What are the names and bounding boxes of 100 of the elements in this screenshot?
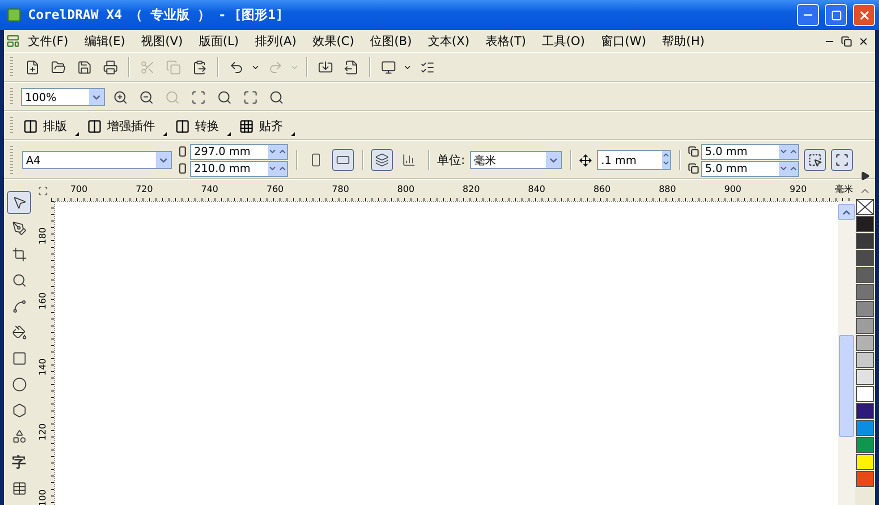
table-icon: [12, 481, 26, 496]
draw-bounding-button[interactable]: [831, 149, 854, 171]
toolbar-button[interactable]: 排版: [19, 114, 81, 138]
redo-icon: [268, 60, 282, 74]
color-swatch[interactable]: [856, 369, 874, 385]
tool-button[interactable]: [7, 191, 31, 214]
zoom-level-dropdown[interactable]: 100%: [21, 88, 105, 106]
color-swatch[interactable]: [856, 437, 874, 453]
toolbar-icon: [23, 118, 38, 134]
import-icon: [318, 60, 332, 74]
close-icon: [858, 8, 870, 22]
landscape-button[interactable]: [332, 149, 354, 171]
toolbar-button[interactable]: 增强插件: [83, 114, 169, 138]
spin-down-icon[interactable]: [662, 159, 670, 167]
scroll-up-button[interactable]: [838, 204, 855, 220]
ruler-label: 800: [397, 185, 414, 195]
color-swatch[interactable]: [856, 250, 874, 266]
menu-item[interactable]: 工具(O): [534, 32, 593, 50]
vertical-scrollbar[interactable]: [838, 201, 855, 505]
ruler-label: 840: [528, 185, 546, 195]
color-swatch[interactable]: [856, 301, 874, 317]
tool-button[interactable]: 字: [7, 451, 31, 474]
shapes-icon: [12, 429, 26, 444]
minimize-button[interactable]: [797, 4, 819, 26]
folder-icon: [50, 60, 66, 74]
dropdown-button[interactable]: [546, 152, 562, 168]
toolbar-icon: [175, 118, 190, 134]
toolbar-button[interactable]: 转换: [171, 114, 233, 138]
units-label: 单位:: [437, 152, 466, 168]
width-icon: [177, 146, 188, 157]
menu-item[interactable]: 视图(V): [133, 32, 191, 50]
ruler-label: 700: [70, 185, 88, 195]
dropdown-button[interactable]: [156, 152, 171, 168]
treat-as-filled-button[interactable]: [804, 149, 826, 171]
grid-icon: [239, 118, 254, 134]
color-swatch[interactable]: [856, 267, 874, 283]
menu-item[interactable]: 表格(T): [477, 32, 534, 50]
zoom-selected-icon: [164, 90, 180, 104]
paper-size-dropdown[interactable]: A4: [22, 151, 172, 169]
ruler-unit: 毫米: [835, 183, 853, 196]
duplicate-x-field[interactable]: 5.0 mm: [701, 144, 800, 160]
color-swatch[interactable]: [856, 471, 874, 487]
curve-icon: [12, 299, 26, 314]
units-dropdown[interactable]: 毫米: [470, 151, 562, 169]
color-swatch[interactable]: [856, 454, 874, 470]
menu-item[interactable]: 位图(B): [362, 32, 420, 50]
hexagon-icon: [12, 403, 26, 418]
ruler-label: 880: [658, 185, 676, 195]
monitor-icon: [380, 60, 396, 74]
color-swatch[interactable]: [856, 216, 874, 232]
no-color-swatch[interactable]: [856, 199, 874, 215]
maximize-button[interactable]: [825, 4, 847, 26]
color-swatch[interactable]: [856, 335, 874, 351]
zoom-height-icon: [268, 90, 284, 104]
ruler-label: 920: [790, 185, 807, 195]
menu-item[interactable]: 文件(F): [20, 32, 76, 50]
pen-node-icon: [12, 221, 26, 236]
dropdown-button[interactable]: [89, 89, 104, 105]
color-swatch[interactable]: [856, 420, 874, 436]
menu-item[interactable]: 窗口(W): [592, 32, 654, 50]
color-swatch[interactable]: [856, 352, 874, 368]
zoom-page-icon: [216, 90, 232, 104]
menu-item[interactable]: 帮助(H): [654, 32, 713, 50]
color-swatch[interactable]: [856, 403, 874, 419]
toolbar-button[interactable]: 贴齐: [235, 114, 297, 138]
close-icon[interactable]: [858, 36, 869, 46]
stacked-pages-icon: [375, 153, 389, 167]
maximize-icon: [830, 10, 842, 20]
color-swatch[interactable]: [856, 318, 874, 334]
ruler-origin-icon[interactable]: [38, 186, 48, 196]
nudge-icon: [579, 154, 592, 166]
duplicate-y-field[interactable]: 5.0 mm: [701, 160, 800, 176]
color-swatch[interactable]: [856, 386, 874, 402]
duplicate-y-icon: [688, 163, 700, 174]
ruler-label: 780: [332, 185, 350, 195]
close-button[interactable]: [853, 4, 875, 26]
paste-icon: [192, 60, 206, 74]
zoom-all-icon: [190, 90, 206, 104]
menu-item[interactable]: 效果(C): [304, 32, 362, 50]
selection-pointer-icon: [808, 153, 822, 167]
color-swatch[interactable]: [856, 284, 874, 300]
menu-item[interactable]: 文本(X): [420, 32, 478, 50]
ruler-label: 180: [39, 227, 49, 244]
ruler-label: 900: [724, 185, 742, 195]
ruler-label: 740: [201, 185, 218, 195]
menu-item[interactable]: 版面(L): [190, 32, 247, 50]
restore-icon[interactable]: [841, 36, 852, 46]
menu-item[interactable]: 编辑(E): [76, 32, 134, 50]
width-field[interactable]: 297.0 mm: [190, 144, 288, 160]
spin-up-icon[interactable]: [662, 151, 670, 159]
height-field[interactable]: 210.0 mm: [190, 160, 288, 176]
paint-bucket-icon: [12, 325, 26, 340]
menu-item[interactable]: 排列(A): [246, 32, 304, 50]
undo-icon: [228, 60, 244, 74]
export-icon: [344, 60, 358, 74]
nudge-field[interactable]: .1 mm: [597, 150, 672, 170]
toolbar-icon: [87, 118, 102, 134]
color-swatch[interactable]: [856, 233, 874, 249]
scroll-thumb[interactable]: [839, 335, 854, 437]
all-pages-button[interactable]: [371, 149, 393, 171]
